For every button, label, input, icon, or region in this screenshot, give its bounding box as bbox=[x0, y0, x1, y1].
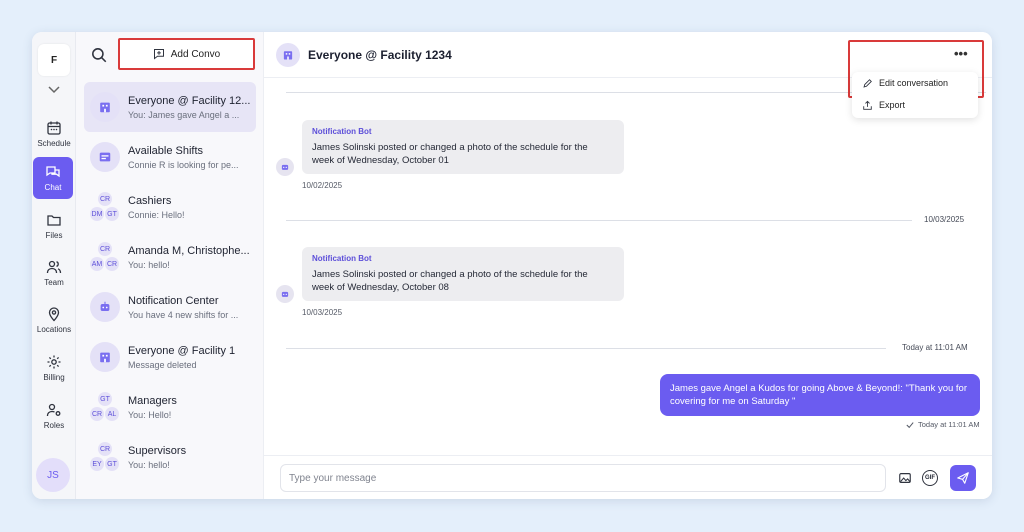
shifts-icon bbox=[99, 152, 111, 162]
more-options-button[interactable]: ••• bbox=[954, 46, 968, 61]
member-initials: AM bbox=[90, 257, 104, 271]
member-initials: DM bbox=[90, 207, 104, 221]
date-divider-label: Today at 11:01 AM bbox=[898, 343, 972, 352]
send-icon bbox=[957, 472, 969, 484]
conversation-panel: Add Convo Everyone @ Facility 12... You: … bbox=[76, 32, 264, 499]
date-divider-line bbox=[286, 220, 912, 221]
conversation-preview: You have 4 new shifts for ... bbox=[128, 309, 239, 320]
member-initials: GT bbox=[105, 207, 119, 221]
conversation-name: Everyone @ Facility 12... bbox=[128, 94, 251, 107]
outgoing-status: Today at 11:01 AM bbox=[906, 420, 980, 429]
conversation-avatar bbox=[90, 142, 120, 172]
bot-avatar bbox=[276, 285, 294, 303]
app-window: F Schedule Chat Files Team Locations Bil… bbox=[32, 32, 992, 499]
conversation-menu: Edit conversation Export bbox=[852, 72, 978, 118]
message-input[interactable] bbox=[280, 464, 886, 492]
message-bubble: Notification Bot James Solinski posted o… bbox=[302, 247, 624, 301]
conversation-preview: You: Hello! bbox=[128, 409, 172, 420]
conversation-avatar bbox=[90, 292, 120, 322]
send-button[interactable] bbox=[950, 465, 976, 491]
bot-avatar bbox=[276, 158, 294, 176]
member-initials: CR bbox=[98, 442, 112, 456]
message-bubble: Notification Bot James Solinski posted o… bbox=[302, 120, 624, 174]
menu-item-label: Edit conversation bbox=[879, 78, 949, 88]
menu-edit-conversation[interactable]: Edit conversation bbox=[852, 72, 978, 94]
conversation-name: Managers bbox=[128, 394, 177, 407]
conversation-name: Cashiers bbox=[128, 194, 172, 207]
chat-panel: Everyone @ Facility 1234 Notification Bo… bbox=[264, 32, 992, 499]
member-initials: CR bbox=[105, 257, 119, 271]
conversation-preview: You: hello! bbox=[128, 259, 170, 270]
conversation-item[interactable]: CR EY GT Supervisors You: hello! bbox=[84, 432, 256, 482]
image-icon bbox=[899, 473, 911, 483]
export-icon bbox=[863, 100, 872, 110]
check-icon bbox=[906, 421, 914, 428]
member-initials: AL bbox=[105, 407, 119, 421]
conversation-name: Amanda M, Christophe... bbox=[128, 244, 250, 257]
member-initials: GT bbox=[105, 457, 119, 471]
conversation-avatar: CR AM CR bbox=[90, 242, 120, 272]
conversation-name: Everyone @ Facility 1 bbox=[128, 344, 236, 357]
conversation-item[interactable]: Available Shifts Connie R is looking for … bbox=[84, 132, 256, 182]
gif-button[interactable]: GIF bbox=[922, 470, 938, 486]
conversation-item[interactable]: Notification Center You have 4 new shifts… bbox=[84, 282, 256, 332]
chat-title: Everyone @ Facility 1234 bbox=[308, 47, 452, 62]
pencil-icon bbox=[863, 78, 872, 88]
member-initials: CR bbox=[98, 192, 112, 206]
menu-export[interactable]: Export bbox=[852, 94, 978, 116]
member-initials: EY bbox=[90, 457, 104, 471]
conversation-item[interactable]: GT CR AL Managers You: Hello! bbox=[84, 382, 256, 432]
outgoing-message-bubble: James gave Angel a Kudos for going Above… bbox=[660, 374, 980, 416]
conversation-preview: Connie: Hello! bbox=[128, 209, 185, 220]
conversation-preview: You: hello! bbox=[128, 459, 170, 470]
composer: GIF bbox=[264, 455, 992, 499]
conversation-item[interactable]: Everyone @ Facility 1 Message deleted bbox=[84, 332, 256, 382]
date-divider-line bbox=[286, 348, 886, 349]
conversation-item[interactable]: Everyone @ Facility 12... You: James gave… bbox=[84, 82, 256, 132]
conversation-name: Supervisors bbox=[128, 444, 187, 457]
menu-item-label: Export bbox=[879, 100, 906, 110]
message-timestamp: 10/02/2025 bbox=[302, 181, 343, 190]
conversation-name: Notification Center bbox=[128, 294, 219, 307]
bot-icon bbox=[100, 301, 110, 311]
building-icon bbox=[283, 50, 293, 59]
add-convo-button[interactable]: Add Convo bbox=[118, 38, 255, 70]
message-sender: Notification Bot bbox=[312, 254, 372, 263]
conversation-avatar: CR EY GT bbox=[90, 442, 120, 472]
add-convo-label: Add Convo bbox=[170, 48, 221, 60]
conversation-avatar bbox=[90, 92, 120, 122]
conversation-name: Available Shifts bbox=[128, 144, 204, 157]
message-sender: Notification Bot bbox=[312, 127, 372, 136]
conversation-items: Everyone @ Facility 12... You: James gave… bbox=[84, 82, 256, 482]
bot-icon bbox=[281, 164, 289, 170]
conversation-avatar: CR DM GT bbox=[90, 192, 120, 222]
outgoing-timestamp: Today at 11:01 AM bbox=[918, 420, 980, 429]
conversation-preview: Message deleted bbox=[128, 359, 197, 370]
member-initials: CR bbox=[90, 407, 104, 421]
conversation-item[interactable]: CR DM GT Cashiers Connie: Hello! bbox=[84, 182, 256, 232]
search-icon[interactable] bbox=[90, 46, 108, 64]
conversation-avatar bbox=[90, 342, 120, 372]
conversation-preview: You: James gave Angel a ... bbox=[128, 109, 240, 120]
conversation-preview: Connie R is looking for pe... bbox=[128, 159, 239, 170]
building-icon bbox=[100, 352, 110, 363]
building-icon bbox=[100, 102, 110, 113]
member-initials: GT bbox=[98, 392, 112, 406]
message-text: James Solinski posted or changed a photo… bbox=[312, 269, 588, 293]
date-divider-label: 10/03/2025 bbox=[920, 215, 969, 224]
member-initials: CR bbox=[98, 242, 112, 256]
message-text: James Solinski posted or changed a photo… bbox=[312, 142, 588, 166]
bot-icon bbox=[281, 291, 289, 297]
conversation-item[interactable]: CR AM CR Amanda M, Christophe... You: hel… bbox=[84, 232, 256, 282]
add-chat-icon bbox=[153, 49, 164, 60]
image-attach-button[interactable] bbox=[896, 469, 914, 487]
message-timestamp: 10/03/2025 bbox=[302, 308, 343, 317]
conversation-avatar: GT CR AL bbox=[90, 392, 120, 422]
chat-avatar bbox=[276, 42, 300, 67]
